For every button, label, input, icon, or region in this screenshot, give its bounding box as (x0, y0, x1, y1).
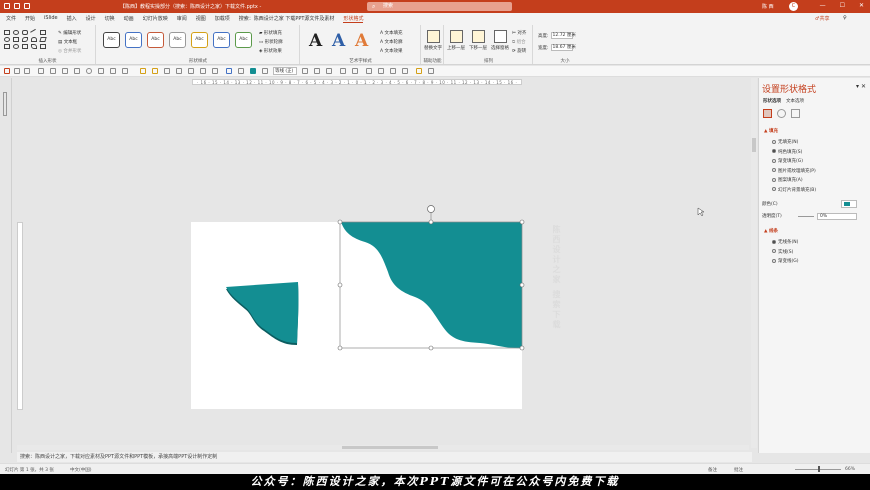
slide-shapes-layer (226, 205, 705, 351)
fill-option-label: 渐变填充(G) (778, 159, 803, 164)
fill-line-icon[interactable] (763, 109, 772, 118)
radio-button[interactable] (772, 249, 776, 253)
fill-option[interactable]: 渐变填充(G) (772, 158, 803, 164)
horizontal-scrollbar[interactable] (17, 445, 749, 450)
resize-handle-e[interactable] (519, 282, 525, 288)
transparency-label: 透明度(T) (762, 214, 782, 219)
video-caption: 公众号：陈西设计之家，本次PPT源文件可在公众号内免费下载 (0, 474, 870, 490)
line-section-header[interactable]: ▲ 线条 (764, 228, 778, 234)
fill-option-label: 无填充(N) (778, 140, 799, 145)
small-wave-shape[interactable] (226, 282, 299, 343)
size-properties-icon[interactable] (791, 109, 800, 118)
radio-button[interactable] (772, 177, 776, 182)
line-option[interactable]: 无线条(N) (772, 239, 798, 245)
resize-handle-nw[interactable] (337, 219, 343, 225)
resize-handle-s[interactable] (428, 345, 434, 351)
radio-button[interactable] (772, 187, 776, 191)
radio-button[interactable] (772, 158, 776, 163)
radio-button[interactable] (772, 239, 776, 244)
pane-title: 设置形状格式 (762, 85, 817, 95)
language-indicator[interactable]: 中文(中国) (70, 467, 92, 473)
transparency-input[interactable]: 0% (817, 213, 857, 220)
horizontal-scroll-thumb[interactable] (342, 446, 438, 449)
fill-option-label: 幻灯片背景填充(B) (778, 187, 817, 193)
fill-option-label: 图案填充(A) (778, 178, 803, 183)
transparency-slider[interactable] (798, 216, 814, 217)
pane-tabs: 形状选项 文本选项 (763, 98, 804, 104)
effects-icon[interactable] (777, 109, 786, 118)
fill-option-label: 纯色填充(S) (778, 149, 803, 155)
notes-area[interactable]: 搜索：陈西设计之家，下载对应素材及PPT源文件和PPT模板，承接高端PPT设计制… (17, 452, 752, 462)
notes-toggle-button[interactable]: 备注 (708, 467, 717, 473)
fill-option[interactable]: 图片或纹理填充(P) (772, 168, 816, 174)
comments-toggle-button[interactable]: 批注 (734, 467, 743, 473)
line-option-label: 渐变线(G) (778, 259, 799, 264)
radio-button[interactable] (772, 149, 776, 153)
tab-text-options[interactable]: 文本选项 (786, 98, 804, 104)
radio-button[interactable] (772, 139, 776, 144)
fill-option[interactable]: 图案填充(A) (772, 177, 803, 183)
resize-handle-n[interactable] (428, 219, 434, 225)
fill-option-label: 图片或纹理填充(P) (778, 168, 816, 174)
tab-shape-options[interactable]: 形状选项 (763, 98, 781, 104)
status-bar: 幻灯片 第 1 张，共 3 张 中文(中国) 备注 批注 66% (0, 463, 870, 474)
zoom-slider-thumb[interactable] (818, 466, 820, 472)
color-label: 颜色(C) (762, 202, 778, 207)
powerpoint-window: 【陈西】教程实操部分（搜索：陈西设计之家）下载文件.pptx - ⌕ 搜索 陈 … (0, 0, 870, 490)
radio-button[interactable] (772, 258, 776, 263)
vertical-scroll-thumb[interactable] (752, 138, 756, 152)
slide-side-watermark: 陈西设计之家 搜索下载 (552, 225, 561, 330)
rotation-handle[interactable] (427, 205, 435, 213)
line-option-label: 实线(S) (778, 249, 794, 255)
resize-handle-se[interactable] (519, 345, 525, 351)
resize-handle-sw[interactable] (337, 345, 343, 351)
fill-color-swatch (844, 202, 850, 206)
line-option[interactable]: 实线(S) (772, 249, 793, 255)
slide-counter: 幻灯片 第 1 张，共 3 张 (5, 468, 54, 473)
fill-option[interactable]: 幻灯片背景填充(B) (772, 187, 816, 193)
resize-handle-w[interactable] (337, 282, 343, 288)
line-option[interactable]: 渐变线(G) (772, 258, 799, 264)
fill-section-header[interactable]: ▲ 填充 (764, 128, 778, 134)
line-option-label: 无线条(N) (778, 240, 799, 245)
fill-option[interactable]: 无填充(N) (772, 139, 798, 145)
vertical-scrollbar[interactable] (751, 78, 757, 448)
fill-option[interactable]: 纯色填充(S) (772, 149, 802, 155)
radio-button[interactable] (772, 168, 776, 172)
large-wave-shape[interactable] (341, 222, 522, 349)
format-shape-pane: 设置形状格式 ▾ ✕ 形状选项 文本选项 (758, 78, 870, 453)
fill-color-picker[interactable] (841, 200, 857, 208)
pane-category-icons (763, 109, 800, 118)
mouse-cursor (697, 207, 705, 217)
pane-close-button[interactable]: ▾ ✕ (856, 83, 866, 90)
resize-handle-ne[interactable] (519, 219, 525, 225)
zoom-level[interactable]: 66% (845, 467, 855, 472)
